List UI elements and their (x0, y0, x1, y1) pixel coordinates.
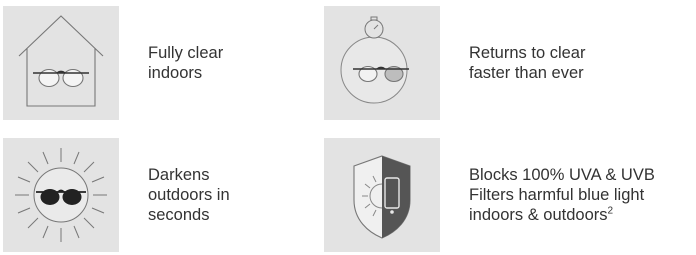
feature-line: faster than ever (469, 64, 584, 82)
feature-line: indoors (148, 64, 203, 82)
sun-sunglasses-icon (15, 148, 107, 242)
stopwatch-glasses-icon (340, 16, 427, 104)
footnote-marker: 2 (607, 205, 614, 217)
stopwatch-glasses-tile (324, 6, 440, 120)
feature-blocks-uv-blue-light: Blocks 100% UVA & UVB Filters harmful blu… (324, 138, 655, 252)
feature-line: Fully clear (148, 44, 224, 62)
feature-line: Darkens (148, 166, 210, 184)
feature-text: Fully clear indoors (148, 43, 223, 83)
feature-line: Blocks 100% UVA & UVB (469, 166, 655, 184)
feature-text: Returns to clear faster than ever (469, 43, 585, 83)
feature-line: Returns to clear (469, 44, 586, 62)
feature-line: seconds (148, 206, 210, 224)
shield-phone-tile (324, 138, 440, 252)
house-glasses-icon (18, 15, 104, 107)
feature-returns-to-clear: Returns to clear faster than ever (324, 6, 585, 120)
feature-line: outdoors in (148, 186, 230, 204)
house-glasses-tile (3, 6, 119, 120)
feature-line: Filters harmful blue light (469, 186, 645, 204)
feature-darkens-outdoors: Darkens outdoors in seconds (3, 138, 230, 252)
feature-fully-clear-indoors: Fully clear indoors (3, 6, 223, 120)
feature-text: Darkens outdoors in seconds (148, 165, 230, 225)
feature-line: indoors & outdoors (469, 206, 608, 224)
shield-phone-icon (353, 155, 411, 239)
feature-text: Blocks 100% UVA & UVB Filters harmful blu… (469, 165, 655, 225)
sun-sunglasses-tile (3, 138, 119, 252)
